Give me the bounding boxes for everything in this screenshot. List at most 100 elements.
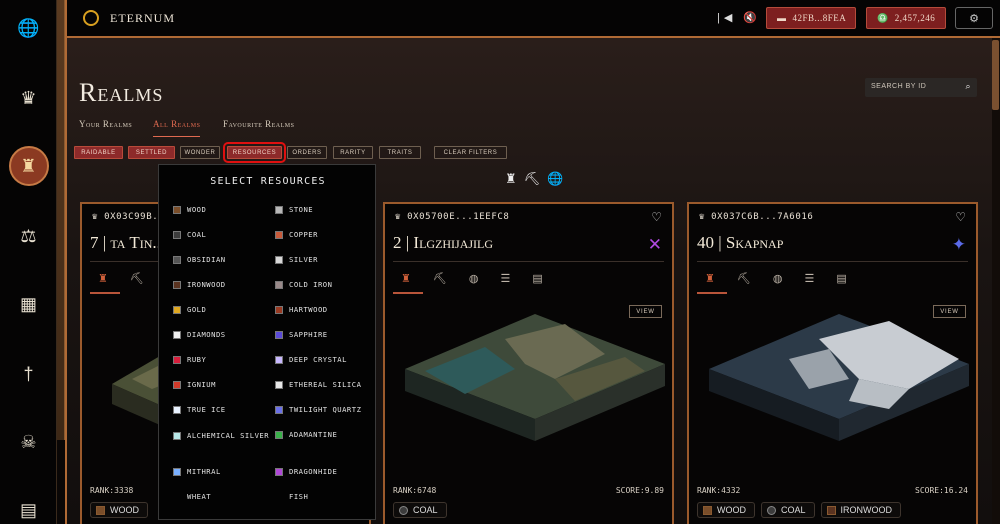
- castle-icon[interactable]: ♜: [0, 146, 57, 186]
- resource-option-coal[interactable]: COAL: [173, 230, 273, 239]
- heart-icon[interactable]: ♡: [651, 210, 662, 224]
- globe-view-icon[interactable]: 🌐: [547, 171, 570, 186]
- globe-icon[interactable]: 🌐: [0, 8, 57, 48]
- sidebar-rail: [57, 0, 65, 440]
- skip-back-icon[interactable]: |◀: [717, 12, 736, 24]
- search-input[interactable]: SEARCH BY ID ⌕: [865, 78, 977, 97]
- resource-option-diamonds[interactable]: DIAMONDS: [173, 330, 273, 339]
- resource-option-deep-crystal[interactable]: DEEP CRYSTAL: [275, 355, 375, 364]
- resource-option-stone[interactable]: STONE: [275, 205, 375, 214]
- card-tab-icons[interactable]: ♜⛏: [98, 272, 166, 285]
- resource-option-fish[interactable]: FISH: [275, 492, 375, 501]
- app-title: ETERNUM: [110, 11, 175, 25]
- resource-chip: WOOD: [697, 502, 755, 518]
- filter-rarity[interactable]: RARITY: [333, 146, 373, 159]
- resource-option-label: IGNIUM: [187, 380, 216, 389]
- resource-option-alchemical-silver[interactable]: ALCHEMICAL SILVER: [173, 430, 273, 441]
- realm-card[interactable]: ♛ 0X037C6B...7A6016 ♡ 40 | Skapnap ✦ ♜⛏◍…: [687, 202, 978, 524]
- tab-all-realms[interactable]: All Realms: [153, 119, 201, 137]
- resource-option-label: HARTWOOD: [289, 305, 328, 314]
- view-toggle-group[interactable]: ♜⛏🌐: [505, 171, 570, 187]
- filter-settled[interactable]: SETTLED: [128, 146, 175, 159]
- filter-wonder[interactable]: WONDER: [180, 146, 220, 159]
- resource-option-ignium[interactable]: IGNIUM: [173, 380, 273, 389]
- card-tab-icons[interactable]: ♜⛏◍☰▤: [401, 272, 565, 285]
- globe-icon[interactable]: ◍: [469, 273, 501, 285]
- resource-option-adamantine[interactable]: ADAMANTINE: [275, 430, 375, 439]
- resource-option-cold-iron[interactable]: COLD IRON: [275, 280, 375, 289]
- filter-resources[interactable]: RESOURCES: [223, 142, 286, 163]
- resource-option-gold[interactable]: GOLD: [173, 305, 273, 314]
- filter-traits[interactable]: TRAITS: [379, 146, 421, 159]
- resource-option-silver[interactable]: SILVER: [275, 255, 375, 264]
- heart-icon[interactable]: ♡: [955, 210, 966, 224]
- divider: [393, 261, 664, 262]
- resource-option-label: DEEP CRYSTAL: [289, 355, 347, 364]
- skull-icon[interactable]: ☠: [0, 422, 57, 462]
- resource-option-twilight-quartz[interactable]: TWILIGHT QUARTZ: [275, 405, 375, 414]
- alchemical-silver-icon: [173, 431, 181, 440]
- book-icon[interactable]: ▤: [532, 273, 564, 285]
- scales-icon[interactable]: ⚖: [0, 216, 57, 256]
- resource-option-label: IRONWOOD: [187, 280, 226, 289]
- coal-icon: [399, 505, 408, 515]
- resource-chip: IRONWOOD: [820, 502, 902, 518]
- realm-card[interactable]: ♛ 0X05700E...1EEFC8 ♡ 2 | Ilgzhijajilg ✕…: [383, 202, 674, 524]
- resource-option-label: SILVER: [289, 255, 318, 264]
- castle-icon[interactable]: ♜: [705, 273, 737, 285]
- resource-option-copper[interactable]: COPPER: [275, 230, 375, 239]
- tab-favourite-realms[interactable]: Favourite Realms: [223, 119, 294, 129]
- resource-option-true-ice[interactable]: TRUE ICE: [173, 405, 273, 414]
- resource-option-wood[interactable]: WOOD: [173, 205, 273, 214]
- dragonhide-icon: [275, 467, 283, 476]
- balance-button[interactable]: ♎ 2,457,246: [866, 7, 946, 29]
- mute-icon[interactable]: 🔇: [743, 12, 761, 24]
- resource-option-label: DRAGONHIDE: [289, 467, 338, 476]
- sword-icon[interactable]: †: [0, 354, 57, 394]
- resource-option-hartwood[interactable]: HARTWOOD: [275, 305, 375, 314]
- scroll-icon[interactable]: ☰: [500, 273, 532, 285]
- filter-orders[interactable]: ORDERS: [287, 146, 327, 159]
- book-icon[interactable]: ▤: [0, 490, 57, 524]
- scroll-icon[interactable]: ☰: [804, 273, 836, 285]
- castle-view-icon[interactable]: ♜: [505, 171, 524, 186]
- divider: [697, 261, 968, 262]
- pick-icon[interactable]: ⛏: [433, 273, 469, 285]
- realm-id: 0X05700E...1EEFC8: [407, 212, 510, 222]
- resource-option-label: COLD IRON: [289, 280, 333, 289]
- settings-button[interactable]: ⚙: [955, 7, 993, 29]
- resource-list: COAL: [393, 502, 664, 522]
- resource-option-ironwood[interactable]: IRONWOOD: [173, 280, 273, 289]
- resource-option-dragonhide[interactable]: DRAGONHIDE: [275, 467, 375, 476]
- stone-icon: [275, 205, 283, 214]
- globe-icon[interactable]: ◍: [773, 273, 805, 285]
- clear-filters-button[interactable]: CLEAR FILTERS: [434, 146, 507, 159]
- resource-option-wheat[interactable]: WHEAT: [173, 492, 273, 501]
- castle-icon[interactable]: ♜: [98, 273, 130, 285]
- eternum-logo-icon[interactable]: [83, 10, 99, 26]
- resource-option-mithral[interactable]: MITHRAL: [173, 467, 273, 476]
- search-icon[interactable]: ⌕: [965, 81, 971, 92]
- gold-icon: [173, 305, 181, 314]
- resource-option-ruby[interactable]: RUBY: [173, 355, 273, 364]
- building-icon[interactable]: ▦: [0, 284, 57, 324]
- realm-terrain-map: [709, 314, 969, 441]
- resource-chip: COAL: [761, 502, 815, 518]
- scrollbar-thumb[interactable]: [992, 40, 999, 110]
- resource-option-ethereal-silica[interactable]: ETHEREAL SILICA: [275, 380, 375, 389]
- book-icon[interactable]: ▤: [836, 273, 868, 285]
- pick-icon[interactable]: ⛏: [737, 273, 773, 285]
- coal-icon: [767, 505, 776, 515]
- tab-your-realms[interactable]: Your Realms: [79, 119, 132, 129]
- filter-raidable[interactable]: RAIDABLE: [74, 146, 123, 159]
- resource-option-obsidian[interactable]: OBSIDIAN: [173, 255, 273, 264]
- scrollbar[interactable]: [992, 38, 1000, 524]
- crown-icon[interactable]: ♛: [0, 78, 57, 118]
- castle-icon[interactable]: ♜: [401, 273, 433, 285]
- resource-option-label: WOOD: [187, 205, 207, 214]
- card-tab-icons[interactable]: ♜⛏◍☰▤: [705, 272, 869, 285]
- resource-option-label: FISH: [289, 492, 309, 501]
- account-button[interactable]: ▬ 42FB...8FEA: [766, 7, 856, 29]
- pick-view-icon[interactable]: ⛏: [524, 171, 548, 186]
- resource-option-sapphire[interactable]: SAPPHIRE: [275, 330, 375, 339]
